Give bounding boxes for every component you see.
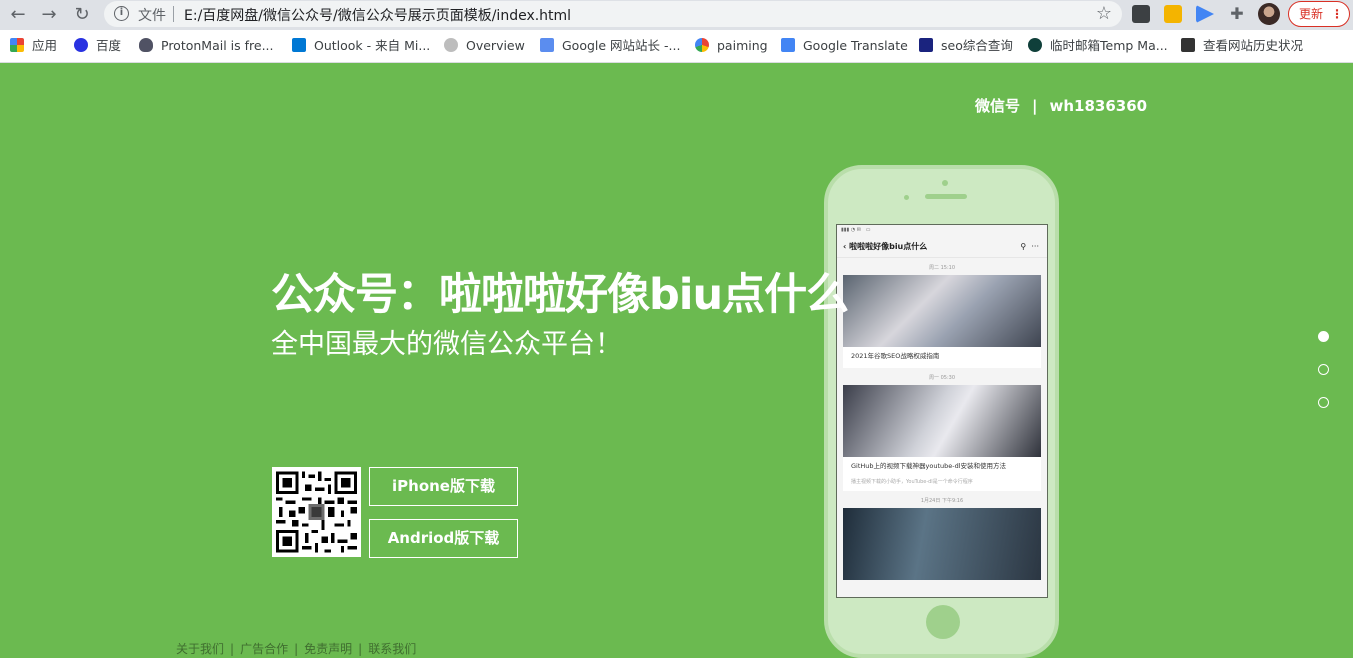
bookmark-label: 查看网站历史状况	[1203, 38, 1304, 53]
qr-code-image	[276, 471, 357, 553]
google-icon	[695, 38, 709, 52]
bookmark-google-translate[interactable]: Google Translate	[781, 38, 908, 56]
footer-link-about[interactable]: 关于我们	[173, 642, 227, 656]
bookmark-google-webmaster[interactable]: Google 网站站长 -...	[540, 38, 680, 56]
phone-search-icon: ⚲ ···	[1020, 242, 1039, 251]
article-meta: 播主视频下载的小助手，YouTube-dl是一个命令行程序	[851, 479, 973, 485]
article-card: GitHub上的视频下载神器youtube-dl安装和使用方法 播主视频下载的小…	[843, 385, 1041, 491]
menu-dots-icon: ⋮	[1331, 7, 1343, 21]
footer-link-ads[interactable]: 广告合作	[237, 642, 291, 656]
bookmark-apps[interactable]: 应用	[10, 38, 57, 56]
back-icon[interactable]: ←	[7, 4, 29, 26]
phone-title: 啦啦啦好像biu点什么	[849, 242, 928, 251]
scheme-label: 文件	[138, 8, 166, 24]
footer-separator: |	[230, 642, 235, 656]
phone-mockup: ▮▮▮ ◔ ✉ ▭ ‹ 啦啦啦好像biu点什么 ⚲ ··· 周二 15:10 2…	[824, 165, 1059, 658]
phone-speaker	[925, 194, 967, 199]
bookmark-site-history[interactable]: 查看网站历史状况	[1181, 38, 1303, 56]
bookmark-paiming[interactable]: paiming	[695, 38, 768, 56]
baidu-paw-icon	[74, 38, 88, 52]
phone-camera	[942, 180, 948, 186]
article-image	[843, 508, 1041, 580]
footer-separator: |	[358, 642, 363, 656]
bookmark-overview[interactable]: Overview	[444, 38, 525, 56]
pagination-dot-1[interactable]	[1318, 331, 1329, 342]
bookmark-star-icon[interactable]: ☆	[1096, 3, 1112, 24]
bookmark-seo[interactable]: seo综合查询	[919, 38, 1013, 56]
wechat-label: 微信号	[975, 97, 1021, 115]
webmaster-icon	[540, 38, 554, 52]
pagination-dot-2[interactable]	[1318, 364, 1329, 375]
bookmark-label: ProtonMail is fre...	[161, 38, 274, 53]
bookmarks-bar: 应用 百度 ProtonMail is fre... Outlook - 来自 …	[0, 30, 1353, 63]
extensions-puzzle-icon[interactable]: ✚	[1228, 5, 1246, 23]
info-icon[interactable]: i	[114, 6, 129, 21]
update-button[interactable]: 更新 ⋮	[1288, 1, 1350, 27]
article-date: 1月24日 下午9:16	[920, 498, 964, 504]
outlook-icon	[292, 38, 306, 52]
article-card	[843, 508, 1041, 580]
pagination-dot-3[interactable]	[1318, 397, 1329, 408]
apps-grid-icon	[10, 38, 24, 52]
wechat-id-value: wh1836360	[1049, 97, 1148, 115]
extension-clapper-icon[interactable]	[1132, 5, 1150, 23]
android-download-button[interactable]: Andriod版下载	[369, 519, 518, 558]
article-date: 周二 15:10	[929, 265, 955, 271]
footer-links: 关于我们 | 广告合作 | 免责声明 | 联系我们	[173, 640, 419, 657]
seo-icon	[919, 38, 933, 52]
bookmark-label: Outlook - 来自 Mi...	[314, 38, 431, 53]
extension-translate-icon[interactable]	[1164, 5, 1182, 23]
omnibox-divider	[173, 6, 174, 22]
overview-icon	[444, 38, 458, 52]
bookmark-label: Google 网站站长 -...	[562, 38, 681, 53]
article-date: 周一 05:30	[929, 375, 955, 381]
phone-screen: ▮▮▮ ◔ ✉ ▭ ‹ 啦啦啦好像biu点什么 ⚲ ··· 周二 15:10 2…	[836, 224, 1048, 598]
article-caption: 2021年谷歌SEO战略权威指南	[851, 352, 940, 360]
wechat-divider: |	[1032, 97, 1038, 115]
footer-link-disclaimer[interactable]: 免责声明	[301, 642, 355, 656]
article-image	[843, 275, 1041, 347]
reload-icon[interactable]: ↻	[71, 4, 93, 26]
profile-avatar[interactable]	[1258, 3, 1280, 25]
forward-icon[interactable]: →	[38, 4, 60, 26]
bookmark-label: Google Translate	[803, 38, 908, 53]
article-image	[843, 385, 1041, 457]
hero-title: 公众号：啦啦啦好像biu点什么	[271, 270, 849, 320]
phone-status-bar: ▮▮▮ ◔ ✉ ▭	[841, 227, 871, 233]
update-label: 更新	[1299, 7, 1324, 21]
browser-toolbar: ← → ↻ i 文件 E:/百度网盘/微信公众号/微信公众号展示页面模板/ind…	[0, 0, 1353, 30]
bookmark-protonmail[interactable]: ProtonMail is fre...	[139, 38, 274, 56]
google-translate-icon	[781, 38, 795, 52]
bookmark-label: Overview	[466, 38, 525, 53]
bookmark-label: seo综合查询	[941, 38, 1013, 53]
phone-sensor	[904, 195, 909, 200]
extension-play-icon[interactable]	[1196, 5, 1214, 23]
address-bar[interactable]: i 文件 E:/百度网盘/微信公众号/微信公众号展示页面模板/index.htm…	[104, 1, 1122, 27]
bookmark-label: 临时邮箱Temp Ma...	[1050, 38, 1168, 53]
wechat-id: 微信号 | wh1836360	[975, 95, 1147, 116]
bookmark-outlook[interactable]: Outlook - 来自 Mi...	[292, 38, 430, 56]
qr-code	[272, 467, 361, 557]
article-card: 2021年谷歌SEO战略权威指南	[843, 275, 1041, 368]
bookmark-baidu[interactable]: 百度	[74, 38, 121, 56]
bookmark-label: 应用	[32, 38, 58, 53]
bookmark-label: paiming	[717, 38, 768, 53]
url-text[interactable]: E:/百度网盘/微信公众号/微信公众号展示页面模板/index.html	[184, 5, 571, 25]
archive-icon	[1181, 38, 1195, 52]
phone-home-button	[926, 605, 960, 639]
hero-subtitle: 全中国最大的微信公众平台！	[271, 329, 622, 360]
iphone-download-button[interactable]: iPhone版下载	[369, 467, 518, 506]
protonmail-icon	[139, 38, 153, 52]
bookmark-label: 百度	[96, 38, 122, 53]
temp-mail-icon	[1028, 38, 1042, 52]
bookmark-temp-mail[interactable]: 临时邮箱Temp Ma...	[1028, 38, 1168, 56]
footer-link-contact[interactable]: 联系我们	[365, 642, 419, 656]
footer-separator: |	[294, 642, 299, 656]
phone-titlebar: ‹ 啦啦啦好像biu点什么 ⚲ ···	[837, 236, 1047, 258]
article-caption: GitHub上的视频下载神器youtube-dl安装和使用方法	[851, 462, 1007, 470]
